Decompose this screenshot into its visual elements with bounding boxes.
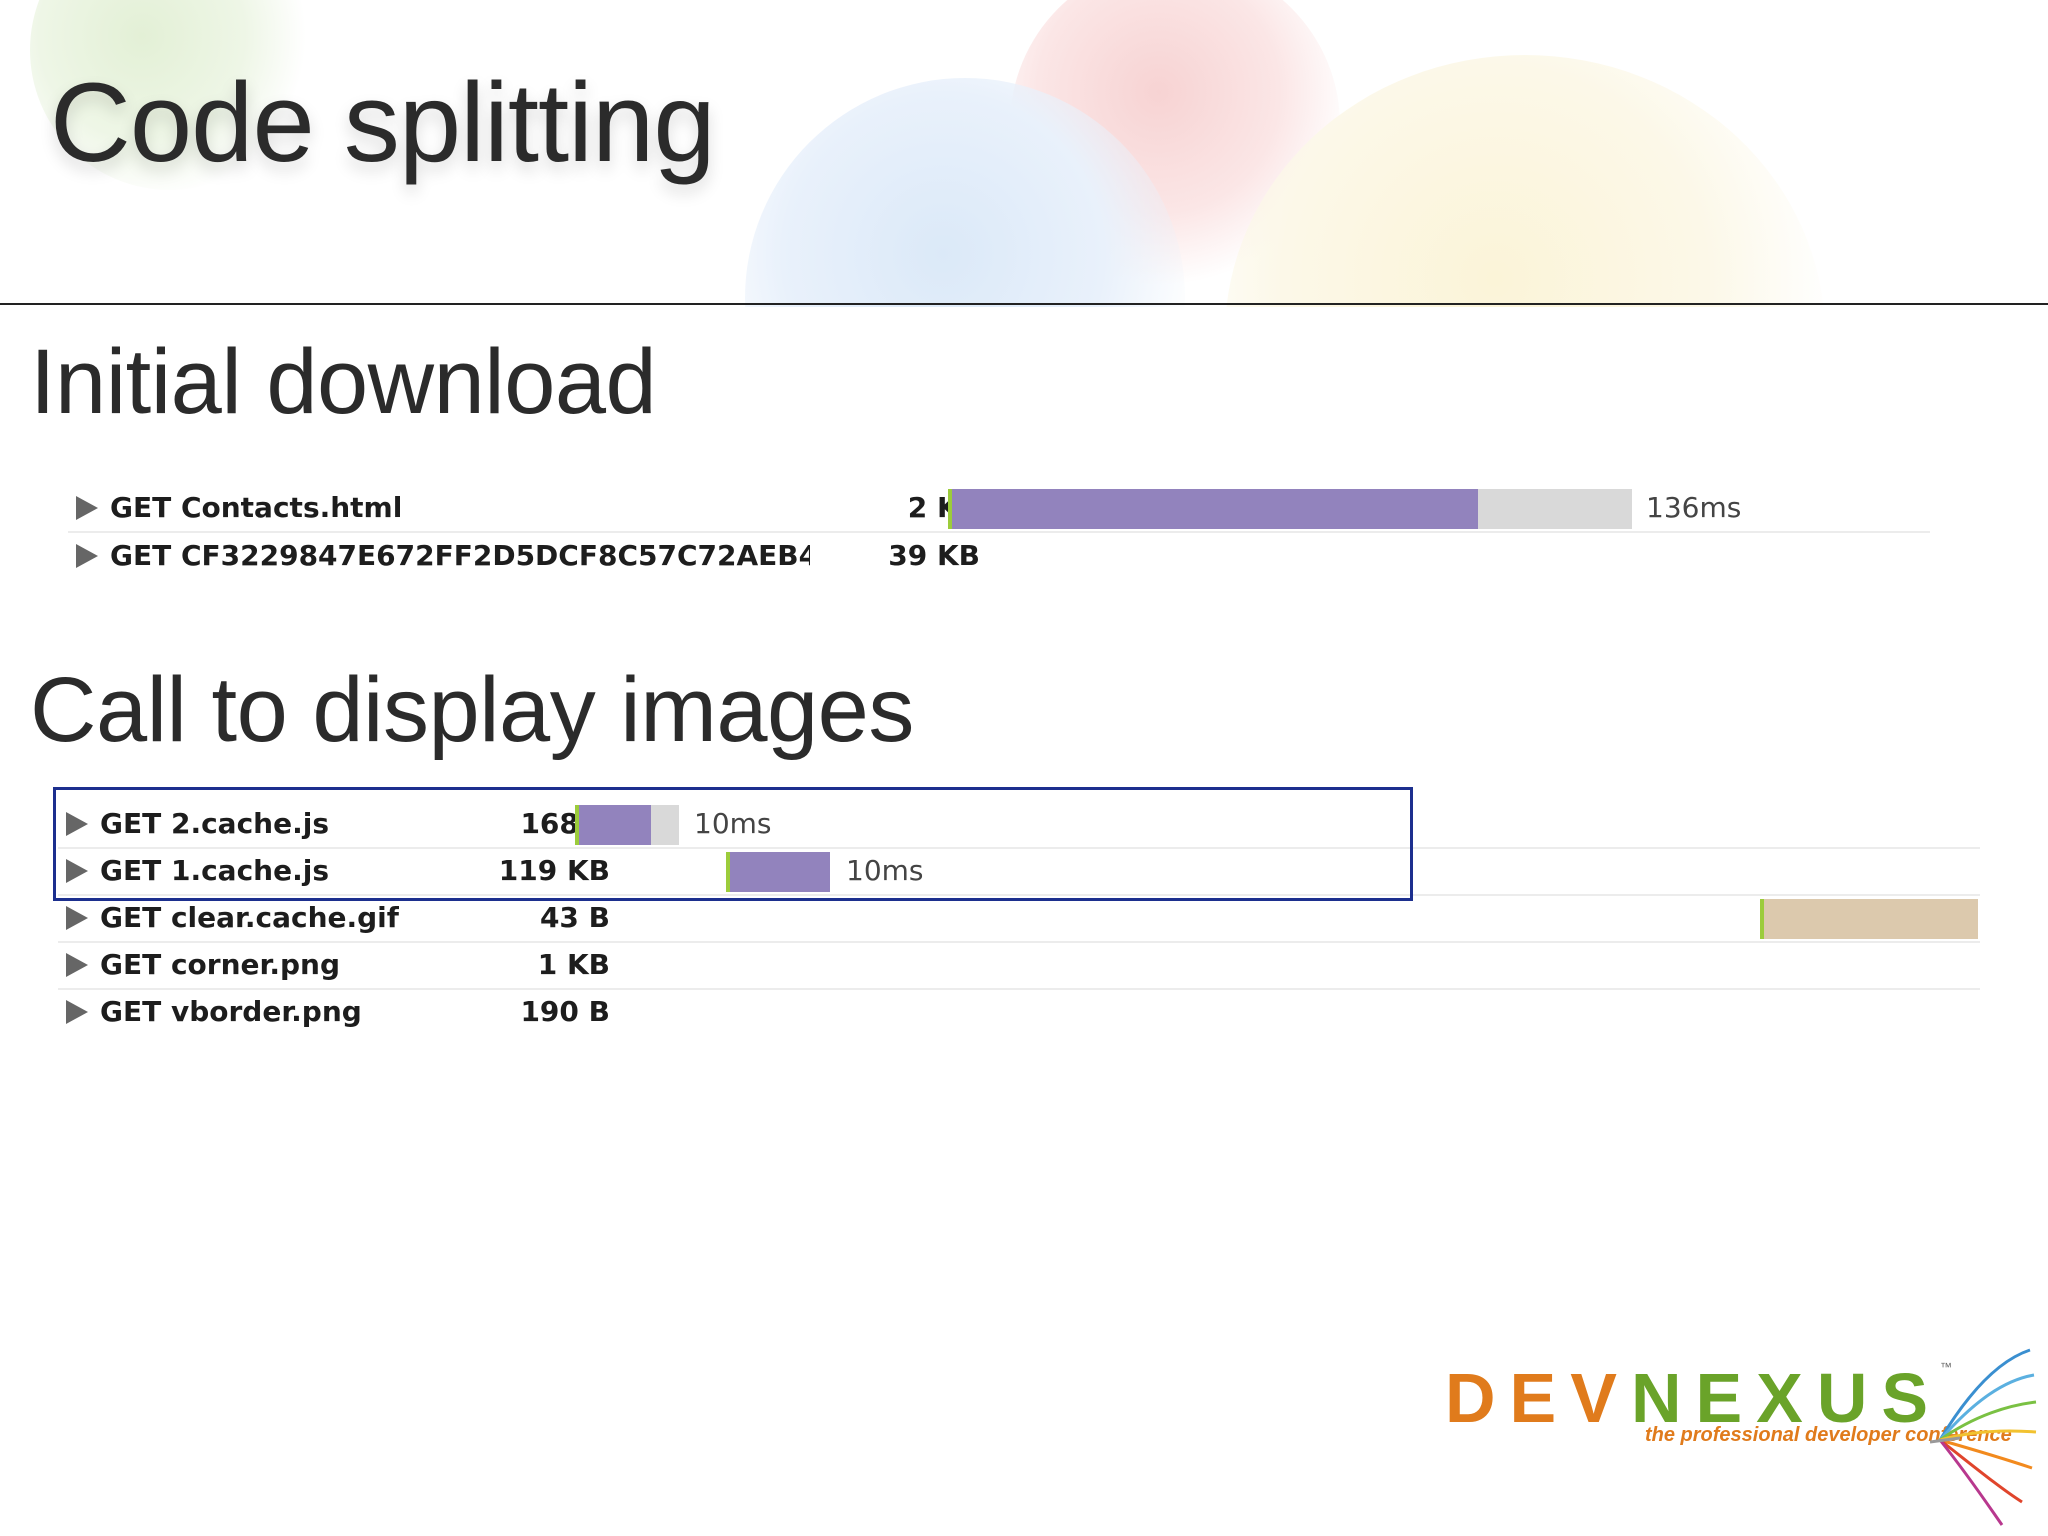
network-row-contacts-html[interactable]: GET Contacts.html 2 KB 136ms xyxy=(68,485,1930,533)
request-name: GET vborder.png xyxy=(100,995,362,1028)
request-size: 43 B xyxy=(539,901,610,934)
request-size: 39 KB xyxy=(888,539,980,572)
slide-title: Code splitting xyxy=(50,60,716,185)
expand-triangle-icon[interactable] xyxy=(76,544,98,568)
request-name: GET Contacts.html xyxy=(110,491,403,524)
timeline-bar-receiving xyxy=(579,805,651,845)
expand-triangle-icon[interactable] xyxy=(66,953,88,977)
timeline-bar-waiting xyxy=(1478,489,1632,529)
request-name: GET corner.png xyxy=(100,948,340,981)
section-heading-initial-download: Initial download xyxy=(30,331,657,433)
devnexus-logo: DEVNEXUS ™ the professional developer co… xyxy=(1440,1330,2040,1530)
title-divider xyxy=(0,303,2048,305)
request-size: 1 KB xyxy=(537,948,610,981)
request-duration: 10ms xyxy=(846,854,924,887)
section-heading-call-to-display-images: Call to display images xyxy=(30,659,914,761)
expand-triangle-icon[interactable] xyxy=(66,812,88,836)
expand-triangle-icon[interactable] xyxy=(76,496,98,520)
network-row-cache-html[interactable]: GET CF3229847E672FF2D5DCF8C57C72AEB4.cac… xyxy=(68,533,1930,579)
network-row-vborder-png[interactable]: GET vborder.png 190 B xyxy=(58,989,1980,1035)
network-row-1-cache-js[interactable]: GET 1.cache.js 119 KB 10ms xyxy=(58,848,1980,896)
request-name: GET CF3229847E672FF2D5DCF8C57C72AEB4.cac… xyxy=(110,539,810,572)
timeline-bar-receiving xyxy=(1764,899,1978,939)
timeline-bar-receiving xyxy=(730,852,830,892)
request-size: 119 KB xyxy=(498,854,610,887)
request-duration: 10ms xyxy=(694,807,772,840)
request-name: GET 2.cache.js xyxy=(100,807,329,840)
expand-triangle-icon[interactable] xyxy=(66,906,88,930)
expand-triangle-icon[interactable] xyxy=(66,859,88,883)
timeline-bar-receiving xyxy=(952,489,1478,529)
timeline-bar-waiting xyxy=(651,805,679,845)
request-size: 190 B xyxy=(520,995,610,1028)
expand-triangle-icon[interactable] xyxy=(66,1000,88,1024)
request-name: GET clear.cache.gif xyxy=(100,901,399,934)
network-row-clear-cache-gif[interactable]: GET clear.cache.gif 43 B xyxy=(58,895,1980,943)
logo-word-dev: DEV xyxy=(1445,1359,1631,1437)
logo-feather-icon xyxy=(1930,1348,2037,1526)
request-name: GET 1.cache.js xyxy=(100,854,329,887)
request-duration: 136ms xyxy=(1646,491,1742,524)
network-row-2-cache-js[interactable]: GET 2.cache.js 168 B 10ms xyxy=(58,801,1980,849)
network-row-corner-png[interactable]: GET corner.png 1 KB xyxy=(58,942,1980,990)
